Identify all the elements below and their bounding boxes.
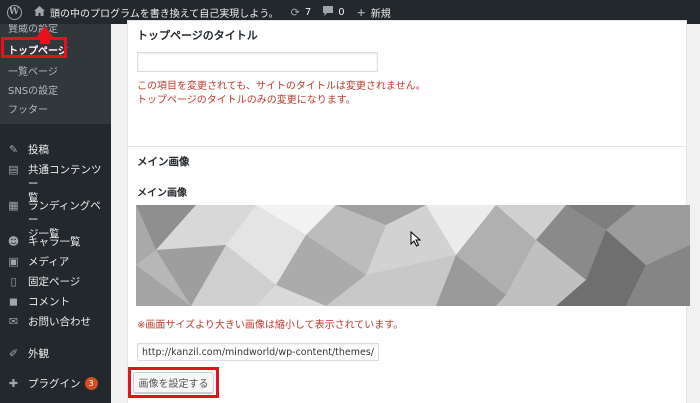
sidebar-item-appearance[interactable]: ✐ 外観 bbox=[0, 344, 111, 374]
main-image-preview bbox=[136, 205, 690, 306]
notice-line-2: トップページのタイトルのみの変更になります。 bbox=[137, 95, 356, 106]
sidebar-item-label: お問い合わせ bbox=[28, 316, 91, 328]
main-content: トップページのタイトル この項目を変更されても、サイトのタイトルは変更されません… bbox=[111, 20, 700, 403]
submenu-item-keni-settings[interactable]: 賢威の設定 bbox=[0, 24, 111, 35]
top-page-title-heading: トップページのタイトル bbox=[137, 29, 258, 42]
refresh-icon: ⟳ bbox=[290, 5, 300, 19]
low-poly-background-image bbox=[136, 205, 690, 306]
mail-icon: ✉ bbox=[8, 315, 19, 328]
sidebar-item-label: メディア bbox=[28, 256, 70, 268]
top-page-title-panel: トップページのタイトル この項目を変更されても、サイトのタイトルは変更されません… bbox=[127, 20, 687, 148]
comment-icon bbox=[323, 5, 334, 19]
sidebar-item-media[interactable]: ▣ メディア bbox=[0, 252, 111, 272]
main-image-heading: メイン画像 bbox=[137, 156, 190, 168]
pin-icon: ✎ bbox=[8, 143, 19, 156]
submenu-item-footer[interactable]: フッター bbox=[0, 99, 111, 118]
sidebar-item-document[interactable]: ▤ 共通コンテンツー 覧 bbox=[0, 160, 111, 204]
main-menu: ✎ 投稿 ▤ 共通コンテンツー 覧 ▦ ランディングペー ジ一覧 ☻ キャラ一覧 ▣ メディア ▯ 固… bbox=[0, 124, 111, 396]
sidebar-item-layout[interactable]: ▦ ランディングペー ジ一覧 bbox=[0, 196, 111, 240]
submenu-item-sns-settings[interactable]: SNSの設定 bbox=[0, 80, 111, 99]
sidebar-item-label: プラグイン bbox=[28, 378, 81, 390]
sidebar-item-label: キャラ一覧 bbox=[28, 236, 81, 248]
new-label: 新規 bbox=[370, 8, 391, 20]
main-image-panel: メイン画像 メイン画像 ※画面サイズより大きい画像は縮小して表示されています。 … bbox=[127, 146, 690, 403]
media-icon: ▣ bbox=[8, 255, 19, 268]
updates-count: 7 bbox=[304, 6, 312, 18]
wordpress-logo-button[interactable]: W bbox=[0, 0, 28, 24]
update-count-badge: 3 bbox=[84, 377, 98, 390]
character-icon: ☻ bbox=[7, 235, 20, 248]
sidebar-item-pin[interactable]: ✎ 投稿 bbox=[0, 140, 111, 160]
page-icon: ▯ bbox=[10, 275, 17, 288]
sidebar-item-page[interactable]: ▯ 固定ページ bbox=[0, 272, 111, 292]
sidebar-item-label: コメント bbox=[28, 296, 70, 308]
set-image-button[interactable]: 画像を設定する bbox=[133, 372, 214, 393]
plugin-icon: ✚ bbox=[8, 377, 19, 390]
comments-count: 0 bbox=[338, 6, 345, 18]
document-icon: ▤ bbox=[8, 163, 19, 176]
appearance-icon: ✐ bbox=[8, 347, 19, 360]
highlight-box-top-page bbox=[1, 37, 67, 58]
sidebar-item-label: 固定ページ bbox=[28, 276, 81, 288]
top-page-title-input[interactable] bbox=[137, 52, 378, 72]
wordpress-logo-icon: W bbox=[6, 4, 22, 20]
plus-icon: + bbox=[356, 5, 366, 19]
sidebar-item-label: 投稿 bbox=[28, 144, 49, 156]
sidebar-item-label: 外観 bbox=[28, 348, 49, 360]
top-page-title-notice: この項目を変更されても、サイトのタイトルは変更されません。 トップページのタイト… bbox=[137, 80, 426, 108]
submenu-item-list-page[interactable]: 一覧ページ bbox=[0, 61, 111, 80]
comment-icon: ◼ bbox=[8, 295, 19, 308]
sidebar-item-comment[interactable]: ◼ コメント bbox=[0, 292, 111, 312]
sidebar-item-plugin[interactable]: ✚ プラグイン 3 bbox=[0, 374, 111, 396]
admin-sidebar: 賢威の設定 トップページ 一覧ページ SNSの設定 フッター ✎ 投稿 ▤ 共通コンテ… bbox=[0, 24, 111, 403]
main-image-url-input[interactable] bbox=[137, 343, 379, 361]
site-title: 頭の中のプログラムを書き換えて自己実現しよう。 bbox=[50, 8, 279, 20]
mouse-cursor-icon bbox=[410, 231, 422, 247]
home-icon bbox=[34, 5, 45, 19]
main-image-notice: ※画面サイズより大きい画像は縮小して表示されています。 bbox=[137, 320, 404, 331]
layout-icon: ▦ bbox=[8, 199, 19, 212]
highlight-arrow-stem bbox=[40, 35, 50, 44]
sidebar-item-mail[interactable]: ✉ お問い合わせ bbox=[0, 312, 111, 334]
main-image-field-label: メイン画像 bbox=[137, 188, 187, 199]
notice-line-1: この項目を変更されても、サイトのタイトルは変更されません。 bbox=[137, 81, 426, 92]
